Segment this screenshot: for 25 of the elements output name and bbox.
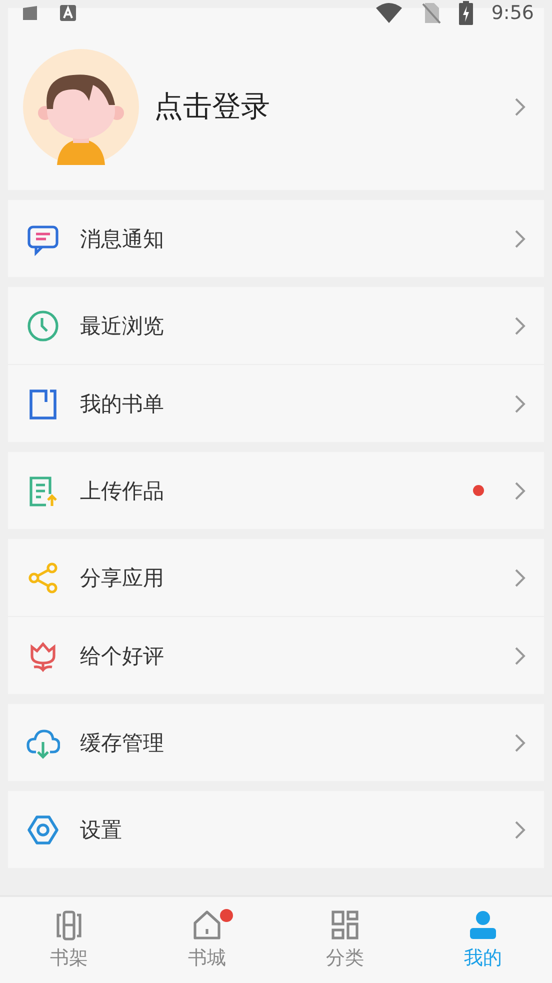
chevron-right-icon xyxy=(514,820,526,840)
chevron-right-icon xyxy=(514,228,526,248)
login-prompt[interactable]: 点击登录 xyxy=(154,87,514,127)
person-icon xyxy=(467,909,499,941)
chevron-right-icon xyxy=(514,568,526,588)
menu-item[interactable]: 最近浏览 xyxy=(80,312,514,340)
menu-item[interactable]: 分享应用 xyxy=(80,564,514,592)
no-sim-icon xyxy=(421,2,442,24)
settings-icon xyxy=(26,812,60,846)
menu-item[interactable]: 我的书单 xyxy=(80,390,514,418)
chevron-right-icon xyxy=(514,394,526,414)
menu-item[interactable]: 给个好评 xyxy=(80,642,514,670)
clock-icon xyxy=(26,308,60,342)
chevron-right-icon xyxy=(514,646,526,666)
grid-icon xyxy=(329,909,361,941)
chevron-right-icon xyxy=(514,732,526,752)
sim-card-icon xyxy=(20,3,40,23)
status-time: 9:56 xyxy=(491,2,534,24)
chevron-right-icon xyxy=(514,480,526,500)
avatar-icon xyxy=(23,49,139,165)
wifi-icon xyxy=(375,2,404,24)
home-icon xyxy=(191,909,223,941)
share-icon xyxy=(26,560,60,594)
chevron-right-icon xyxy=(514,316,526,336)
chevron-right-icon xyxy=(514,97,526,117)
